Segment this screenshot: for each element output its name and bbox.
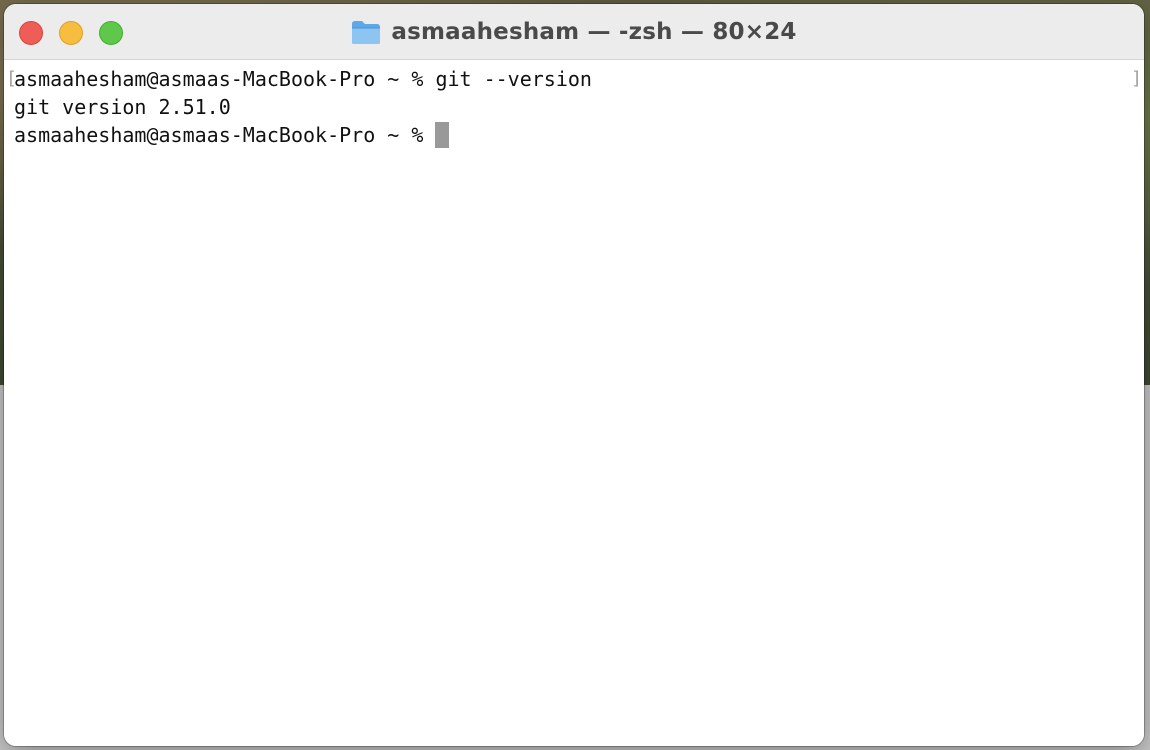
scroll-marker-right: ] (1131, 68, 1142, 89)
shell-prompt: asmaahesham@asmaas-MacBook-Pro ~ % (14, 123, 436, 147)
terminal-line: asmaahesham@asmaas-MacBook-Pro ~ % git -… (14, 65, 592, 93)
terminal-content[interactable]: [ ] asmaahesham@asmaas-MacBook-Pro ~ % g… (4, 60, 1144, 746)
command-text: git --version (435, 67, 592, 91)
folder-icon (351, 19, 381, 45)
terminal-line: asmaahesham@asmaas-MacBook-Pro ~ % (14, 121, 450, 149)
terminal-window: asmaahesham — -zsh — 80×24 [ ] asmaahesh… (4, 4, 1144, 746)
text-cursor (435, 122, 450, 148)
window-titlebar[interactable]: asmaahesham — -zsh — 80×24 (4, 4, 1144, 60)
terminal-line: git version 2.51.0 (14, 93, 231, 121)
shell-prompt: asmaahesham@asmaas-MacBook-Pro ~ % (14, 67, 436, 91)
window-title-group: asmaahesham — -zsh — 80×24 (4, 4, 1144, 60)
window-title: asmaahesham — -zsh — 80×24 (391, 19, 797, 45)
command-output: git version 2.51.0 (14, 95, 231, 119)
